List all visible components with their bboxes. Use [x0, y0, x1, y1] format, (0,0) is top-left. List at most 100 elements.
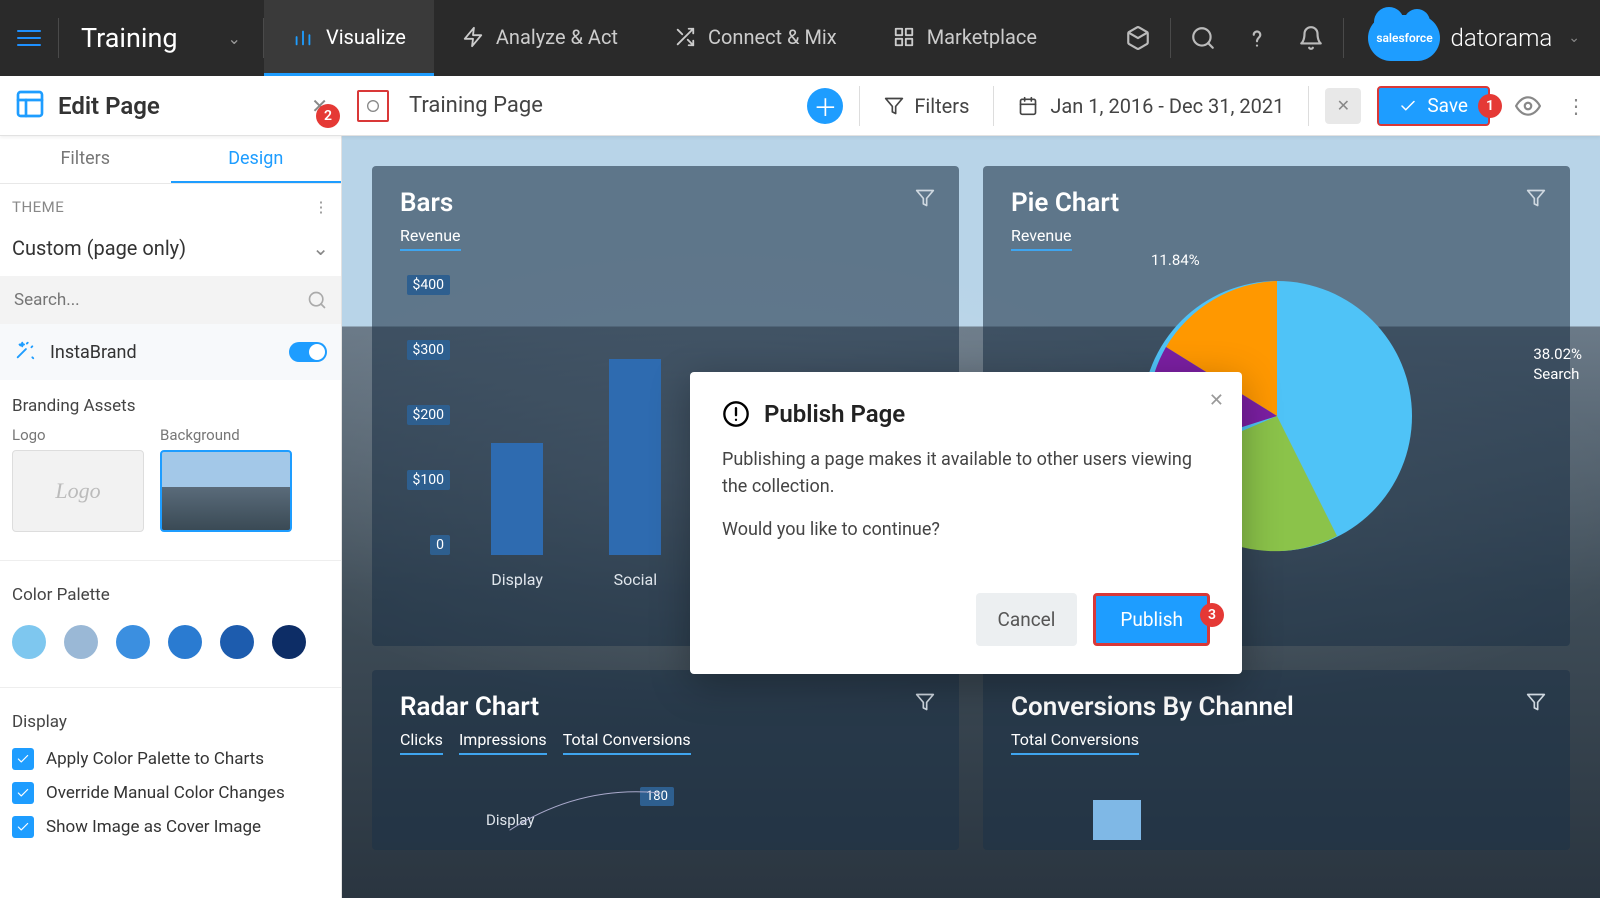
theme-search — [0, 276, 341, 324]
metric-tab[interactable]: Impressions — [459, 730, 547, 755]
nav-tab-marketplace[interactable]: Marketplace — [865, 0, 1065, 76]
design-sidebar: Filters Design THEME ⋮ Custom (page only… — [0, 136, 342, 898]
help-icon[interactable] — [1235, 16, 1279, 60]
save-button[interactable]: Save — [1377, 86, 1490, 126]
date-range-picker[interactable]: Jan 1, 2016 - Dec 31, 2021 — [1010, 94, 1292, 118]
search-icon — [307, 290, 327, 310]
workspace-selector[interactable]: Training ⌄ — [59, 22, 263, 54]
nav-tabs: Visualize Analyze & Act Connect & Mix Ma… — [264, 0, 1065, 76]
publish-page-modal: ✕ Publish Page Publishing a page makes i… — [690, 372, 1242, 674]
shuffle-icon — [674, 26, 696, 48]
salesforce-logo-icon: salesforce — [1368, 15, 1440, 61]
nav-tab-label: Analyze & Act — [496, 25, 618, 49]
brand: salesforce datorama ⌄ — [1354, 15, 1580, 61]
palette-color[interactable] — [12, 625, 46, 659]
widget-radar[interactable]: Radar Chart Clicks Impressions Total Con… — [372, 670, 959, 850]
widget-filter-icon[interactable] — [1526, 188, 1546, 212]
page-subheader: Edit Page ✕ 2 Training Page ＋ Filters Ja… — [0, 76, 1600, 136]
page-title[interactable]: Training Page — [409, 93, 543, 118]
annotation-badge-3: 3 — [1200, 603, 1224, 627]
widget-title: Bars — [400, 188, 931, 218]
metric-tab[interactable]: Clicks — [400, 730, 443, 755]
cube-icon[interactable] — [1116, 16, 1160, 60]
modal-text-2: Would you like to continue? — [722, 516, 1210, 543]
separator — [1170, 18, 1171, 58]
bar-label: Social — [614, 570, 657, 589]
checkbox-palette-to-charts[interactable]: Apply Color Palette to Charts — [0, 742, 341, 776]
logo-asset-box[interactable]: Logo — [12, 450, 144, 532]
y-tick: $300 — [407, 340, 450, 360]
logo-label: Logo — [12, 426, 144, 444]
add-widget-button[interactable]: ＋ — [807, 88, 843, 124]
top-nav: Training ⌄ Visualize Analyze & Act Conne… — [0, 0, 1600, 76]
bar-display — [491, 443, 543, 555]
sidebar-tab-filters[interactable]: Filters — [0, 136, 171, 183]
more-menu-button[interactable]: ⋮ — [1566, 94, 1586, 118]
filters-button[interactable]: Filters — [876, 94, 977, 118]
nav-tab-visualize[interactable]: Visualize — [264, 0, 434, 76]
theme-selector[interactable]: Custom (page only) ⌄ — [0, 226, 341, 276]
widget-metric[interactable]: Total Conversions — [1011, 730, 1139, 755]
bars-icon — [292, 26, 314, 48]
bar-social — [609, 359, 661, 555]
chevron-down-icon[interactable]: ⌄ — [1562, 30, 1580, 46]
conversion-bar — [1093, 800, 1141, 840]
widget-filter-icon[interactable] — [1526, 692, 1546, 716]
nav-tab-label: Connect & Mix — [708, 25, 837, 49]
widget-filter-icon[interactable] — [915, 188, 935, 212]
background-label: Background — [160, 426, 292, 444]
separator — [993, 86, 994, 126]
divider — [0, 687, 341, 688]
cancel-button[interactable]: Cancel — [976, 593, 1078, 646]
widget-metric[interactable]: Revenue — [1011, 226, 1072, 251]
widget-filter-icon[interactable] — [915, 692, 935, 716]
nav-tab-connect[interactable]: Connect & Mix — [646, 0, 865, 76]
instabrand-label: InstaBrand — [50, 342, 137, 363]
widget-metrics: Clicks Impressions Total Conversions — [400, 730, 931, 755]
modal-close-icon[interactable]: ✕ — [1209, 390, 1224, 411]
palette-color[interactable] — [168, 625, 202, 659]
search-icon[interactable] — [1181, 16, 1225, 60]
preview-button[interactable] — [1506, 84, 1550, 128]
display-header: Display — [0, 696, 341, 742]
widget-conversions[interactable]: Conversions By Channel Total Conversions — [983, 670, 1570, 850]
publish-button[interactable]: Publish — [1093, 593, 1210, 646]
palette-color[interactable] — [116, 625, 150, 659]
main-menu-button[interactable] — [0, 0, 58, 76]
save-label: Save — [1427, 94, 1468, 117]
sidebar-tab-design[interactable]: Design — [171, 136, 342, 183]
background-asset-box[interactable] — [160, 450, 292, 532]
nav-right: salesforce datorama ⌄ — [1116, 15, 1600, 61]
bell-icon[interactable] — [1289, 16, 1333, 60]
theme-header-label: THEME — [12, 198, 64, 216]
instabrand-toggle[interactable] — [289, 342, 327, 362]
checkbox-label: Override Manual Color Changes — [46, 783, 285, 803]
publish-status-indicator[interactable] — [357, 90, 389, 122]
widget-title: Pie Chart — [1011, 188, 1542, 218]
palette-color[interactable] — [220, 625, 254, 659]
instabrand-row: InstaBrand — [0, 324, 341, 380]
palette-color[interactable] — [272, 625, 306, 659]
pie-label-top: 11.84% — [1151, 251, 1200, 271]
search-input[interactable] — [14, 290, 307, 310]
palette-color[interactable] — [64, 625, 98, 659]
separator — [1343, 18, 1344, 58]
pie-label-right: 38.02% Search — [1533, 345, 1582, 384]
annotation-badge-2: 2 — [316, 104, 340, 128]
bolt-icon — [462, 26, 484, 48]
discard-button[interactable]: ✕ — [1325, 88, 1361, 124]
filter-icon — [884, 96, 904, 116]
color-palette — [0, 615, 341, 679]
widget-metric[interactable]: Revenue — [400, 226, 461, 251]
y-tick: $100 — [407, 470, 450, 490]
divider — [0, 560, 341, 561]
checkbox-override-colors[interactable]: Override Manual Color Changes — [0, 776, 341, 810]
checkbox-cover-image[interactable]: Show Image as Cover Image — [0, 810, 341, 844]
metric-tab[interactable]: Total Conversions — [563, 730, 691, 755]
grid-icon — [893, 26, 915, 48]
theme-menu-button[interactable]: ⋮ — [314, 198, 330, 216]
nav-tab-analyze[interactable]: Analyze & Act — [434, 0, 646, 76]
separator — [1308, 86, 1309, 126]
bar-label: Display — [491, 570, 543, 589]
branding-assets-label: Branding Assets — [0, 380, 341, 426]
